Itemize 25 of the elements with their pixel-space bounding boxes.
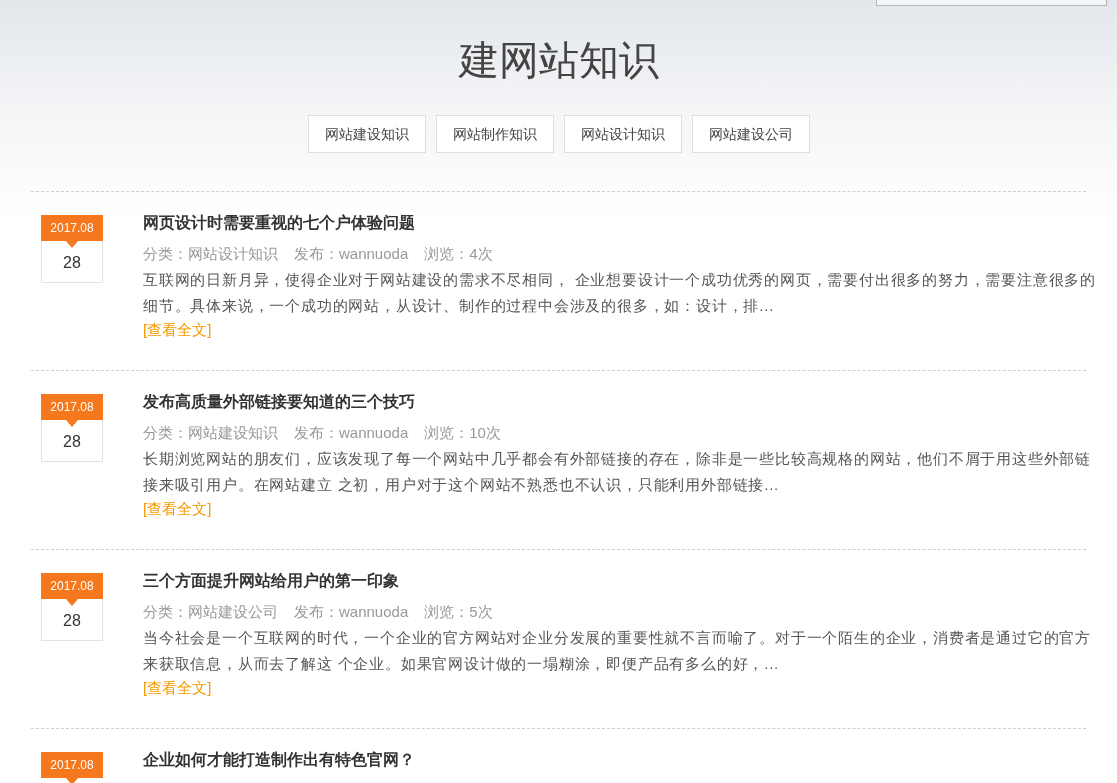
category-button[interactable]: 网站建设知识 [307,115,426,153]
meta-views: 浏览：5次 [424,602,493,622]
article-title[interactable]: 企业如何才能打造制作出有特色官网？ [143,749,415,771]
category-button[interactable]: 网站设计知识 [563,115,682,153]
meta-category: 分类：网站建设公司 [143,602,278,622]
article-title[interactable]: 三个方面提升网站给用户的第一印象 [143,570,399,592]
article-excerpt: 互联网的日新月异，使得企业对于网站建设的需求不尽相同， 企业想要设计一个成功优秀的网页，需要付出很多的努力，需要注意很多的细节。具体来说，一个成功的网站，从设计、制作的过程中会涉及的很多，如：设计，排... [143,270,1097,316]
date-day: 28 [41,599,103,641]
meta-author: 发布：wannuoda [294,423,409,443]
article-excerpt: 长期浏览网站的朋友们，应该发现了每一个网站中几乎都会有外部链接的存在，除非是一些比较高规格的网站，他们不屑于用这些外部链接来吸引用户。在网站建立 之初，用户对于这个网站不熟悉也不认识，只能利用外部链接... [143,449,1092,495]
meta-category: 分类：网站设计知识 [143,244,278,264]
page-title: 建网站知识 [458,37,659,84]
category-button[interactable]: 网站建设公司 [691,115,810,153]
article-title[interactable]: 发布高质量外部链接要知道的三个技巧 [143,391,415,413]
pointer-icon [66,778,78,783]
meta-category: 分类：网站建设知识 [143,423,278,443]
meta-author: 发布：wannuoda [294,602,409,622]
article-title[interactable]: 网页设计时需要重视的七个户体验问题 [143,212,415,234]
article-excerpt: 当今社会是一个互联网的时代，一个企业的官方网站对企业分发展的重要性就不言而喻了。对于一个陌生的企业，消费者是通过它的官方来获取信息，从而去了解这 个企业。如果官网设计做的一塌糊涂，即便产品有多么的好，... [143,628,1092,674]
date-day: 28 [41,241,103,283]
meta-views: 浏览：10次 [424,423,501,443]
meta-views: 浏览：4次 [424,244,493,264]
meta-author: 发布：wannuoda [294,244,409,264]
date-day: 28 [41,420,103,462]
category-button[interactable]: 网站制作知识 [435,115,554,153]
